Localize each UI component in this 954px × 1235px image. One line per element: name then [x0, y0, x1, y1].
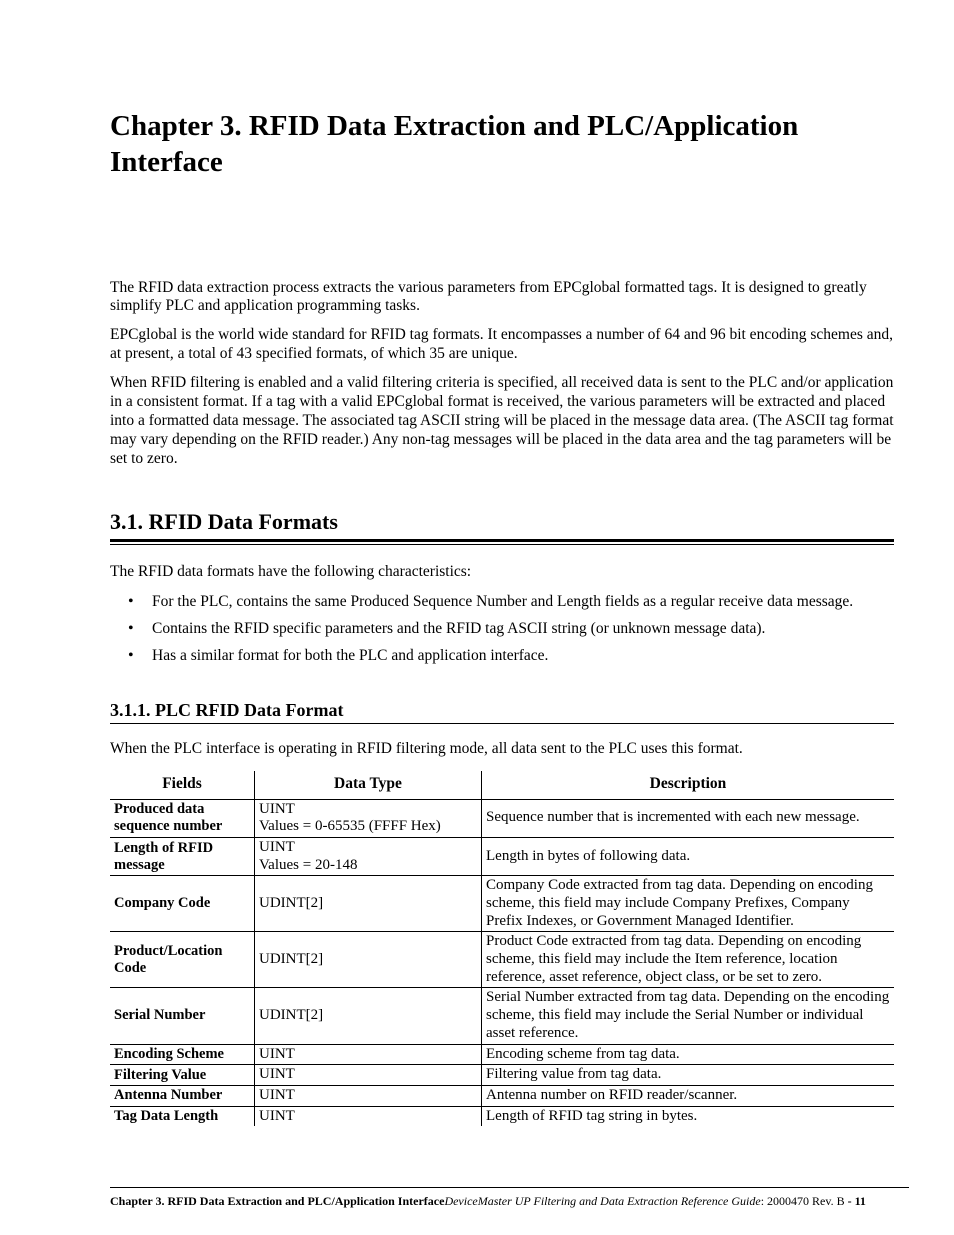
cell-desc: Encoding scheme from tag data.: [482, 1044, 895, 1065]
cell-desc: Company Code extracted from tag data. De…: [482, 876, 895, 932]
section-3-1-bullets: For the PLC, contains the same Produced …: [110, 592, 894, 666]
cell-field: Antenna Number: [110, 1085, 255, 1106]
table-row: Filtering Value UINT Filtering value fro…: [110, 1065, 894, 1086]
cell-field: Length of RFID message: [110, 837, 255, 875]
th-description: Description: [482, 771, 895, 800]
section-3-1-1-p1: When the PLC interface is operating in R…: [110, 740, 894, 759]
list-item: Has a similar format for both the PLC an…: [152, 646, 894, 665]
cell-dtype: UDINT[2]: [255, 932, 482, 988]
table-header-row: Fields Data Type Description: [110, 771, 894, 800]
plc-rfid-table: Fields Data Type Description Produced da…: [110, 771, 894, 1127]
cell-desc: Filtering value from tag data.: [482, 1065, 895, 1086]
section-3-1-p1: The RFID data formats have the following…: [110, 563, 894, 582]
section-rule: [110, 539, 894, 545]
cell-field: Filtering Value: [110, 1065, 255, 1086]
table-row: Company Code UDINT[2] Company Code extra…: [110, 876, 894, 932]
footer-chapter: Chapter 3. RFID Data Extraction and PLC/…: [110, 1194, 444, 1208]
footer-page-num: - 11: [848, 1194, 866, 1208]
table-row: Serial Number UDINT[2] Serial Number ext…: [110, 988, 894, 1044]
cell-dtype: UINTValues = 0-65535 (FFFF Hex): [255, 799, 482, 837]
cell-dtype: UINT: [255, 1106, 482, 1126]
th-datatype: Data Type: [255, 771, 482, 800]
intro-p2: EPCglobal is the world wide standard for…: [110, 326, 894, 364]
page: Chapter 3. RFID Data Extraction and PLC/…: [0, 0, 954, 1235]
intro-p3: When RFID filtering is enabled and a val…: [110, 374, 894, 469]
footer-doc-title: DeviceMaster UP Filtering and Data Extra…: [444, 1194, 760, 1208]
cell-dtype: UINT: [255, 1044, 482, 1065]
table-row: Length of RFID message UINTValues = 20-1…: [110, 837, 894, 875]
cell-field: Product/Location Code: [110, 932, 255, 988]
section-3-1-heading: 3.1. RFID Data Formats: [110, 509, 894, 535]
subsection-rule: [110, 723, 894, 724]
cell-field: Serial Number: [110, 988, 255, 1044]
list-item: For the PLC, contains the same Produced …: [152, 592, 894, 611]
cell-dtype: UINT: [255, 1085, 482, 1106]
th-fields: Fields: [110, 771, 255, 800]
cell-field: Company Code: [110, 876, 255, 932]
table-row: Produced data sequence number UINTValues…: [110, 799, 894, 837]
cell-desc: Length of RFID tag string in bytes.: [482, 1106, 895, 1126]
chapter-title: Chapter 3. RFID Data Extraction and PLC/…: [110, 108, 894, 181]
table-row: Product/Location Code UDINT[2] Product C…: [110, 932, 894, 988]
footer-line: Chapter 3. RFID Data Extraction and PLC/…: [110, 1194, 909, 1209]
table-row: Antenna Number UINT Antenna number on RF…: [110, 1085, 894, 1106]
cell-dtype: UINT: [255, 1065, 482, 1086]
cell-dtype: UDINT[2]: [255, 988, 482, 1044]
footer-rule: [110, 1187, 909, 1188]
cell-field: Tag Data Length: [110, 1106, 255, 1126]
cell-field: Produced data sequence number: [110, 799, 255, 837]
footer-tail: : 2000470 Rev. B: [761, 1194, 848, 1208]
section-3-1-1-heading: 3.1.1. PLC RFID Data Format: [110, 700, 894, 721]
list-item: Contains the RFID specific parameters an…: [152, 619, 894, 638]
intro-p1: The RFID data extraction process extract…: [110, 279, 894, 317]
cell-dtype: UDINT[2]: [255, 876, 482, 932]
table-row: Tag Data Length UINT Length of RFID tag …: [110, 1106, 894, 1126]
cell-desc: Antenna number on RFID reader/scanner.: [482, 1085, 895, 1106]
cell-dtype: UINTValues = 20-148: [255, 837, 482, 875]
cell-desc: Product Code extracted from tag data. De…: [482, 932, 895, 988]
table-row: Encoding Scheme UINT Encoding scheme fro…: [110, 1044, 894, 1065]
cell-desc: Sequence number that is incremented with…: [482, 799, 895, 837]
cell-field: Encoding Scheme: [110, 1044, 255, 1065]
cell-desc: Serial Number extracted from tag data. D…: [482, 988, 895, 1044]
page-footer: Chapter 3. RFID Data Extraction and PLC/…: [110, 1187, 909, 1209]
cell-desc: Length in bytes of following data.: [482, 837, 895, 875]
